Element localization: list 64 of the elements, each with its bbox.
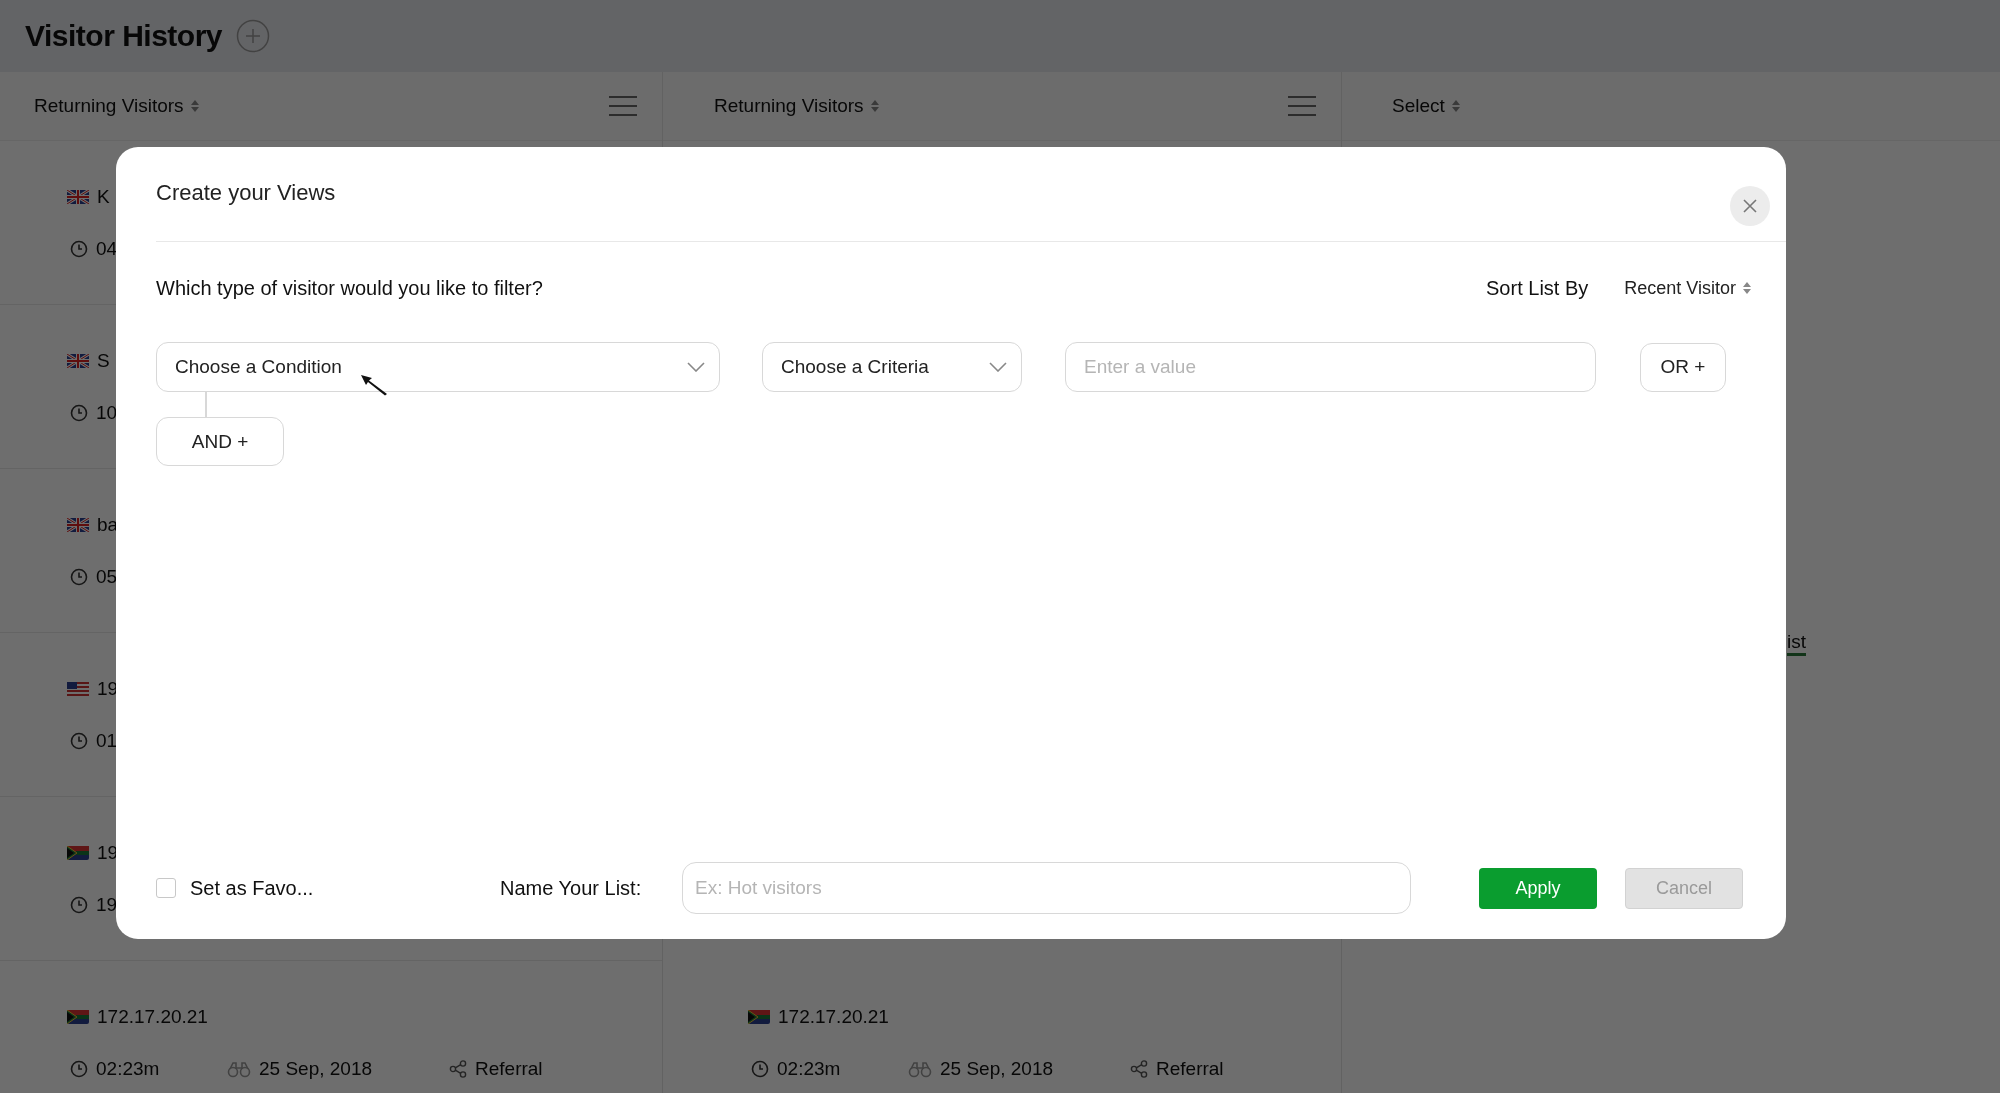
and-button[interactable]: AND + xyxy=(156,417,284,466)
list-name-field[interactable]: Ex: Hot visitors xyxy=(682,862,1411,914)
visit-duration: 01 xyxy=(96,730,118,752)
add-icon[interactable] xyxy=(236,19,270,53)
flag-icon xyxy=(67,846,89,860)
visit-duration: 04 xyxy=(96,238,118,260)
sort-label: Sort List By xyxy=(1486,276,1589,300)
visitor-label[interactable]: K xyxy=(97,186,110,208)
condition-dropdown[interactable]: Choose a Condition xyxy=(156,342,720,392)
flag-icon xyxy=(67,354,89,368)
flag-icon xyxy=(67,682,89,696)
apply-button[interactable]: Apply xyxy=(1479,867,1597,909)
sort-icon[interactable] xyxy=(189,99,200,113)
criteria-dropdown[interactable]: Choose a Criteria xyxy=(762,342,1022,392)
visit-duration: 02:23m xyxy=(96,1058,160,1080)
binoculars-icon xyxy=(227,1060,251,1078)
column-title[interactable]: Returning Visitors xyxy=(714,95,864,117)
close-button[interactable] xyxy=(1730,186,1770,226)
visitor-label[interactable]: 172.17.20.21 xyxy=(97,1006,208,1028)
question-text: Which type of visitor would you like to filter? xyxy=(156,276,544,300)
visit-source: Referral xyxy=(1156,1058,1224,1080)
visit-date: 25 Sep, 2018 xyxy=(940,1058,1054,1080)
column-title[interactable]: Returning Visitors xyxy=(34,95,184,117)
clock-icon xyxy=(751,1060,769,1078)
clock-icon xyxy=(70,240,88,258)
favorite-checkbox[interactable] xyxy=(156,878,176,898)
sort-icon[interactable] xyxy=(869,99,880,113)
sort-icon[interactable] xyxy=(1450,99,1461,113)
visit-duration: 05 xyxy=(96,566,118,588)
cancel-button[interactable]: Cancel xyxy=(1625,867,1743,909)
flag-icon xyxy=(748,1010,770,1024)
visit-duration: 19 xyxy=(96,894,118,916)
visitor-label[interactable]: S xyxy=(97,350,110,372)
or-button[interactable]: OR + xyxy=(1640,342,1726,392)
name-label: Name Your List: xyxy=(500,876,643,900)
binoculars-icon xyxy=(908,1060,932,1078)
cursor-icon xyxy=(360,374,388,396)
flag-icon xyxy=(67,1010,89,1024)
clock-icon xyxy=(70,404,88,422)
value-field[interactable]: Enter a value xyxy=(1065,342,1596,392)
sort-icon xyxy=(1742,281,1752,295)
flag-icon xyxy=(67,190,89,204)
clock-icon xyxy=(70,896,88,914)
menu-icon[interactable] xyxy=(1288,95,1316,117)
clock-icon xyxy=(70,1060,88,1078)
column-title[interactable]: Select xyxy=(1392,95,1445,117)
visit-duration: 10 xyxy=(96,402,118,424)
dialog-title: Create your Views xyxy=(156,180,336,206)
clock-icon xyxy=(70,568,88,586)
sort-dropdown[interactable]: Recent Visitor xyxy=(1624,277,1752,299)
chevron-down-icon xyxy=(989,362,1007,372)
share-icon xyxy=(1130,1060,1148,1078)
visit-duration: 02:23m xyxy=(777,1058,841,1080)
visit-date: 25 Sep, 2018 xyxy=(259,1058,373,1080)
visitor-label[interactable]: 172.17.20.21 xyxy=(778,1006,889,1028)
share-icon xyxy=(449,1060,467,1078)
visit-source: Referral xyxy=(475,1058,543,1080)
favorite-label: Set as Favo... xyxy=(190,876,314,900)
menu-icon[interactable] xyxy=(609,95,637,117)
page-title: Visitor History xyxy=(25,19,222,53)
chevron-down-icon xyxy=(687,362,705,372)
clock-icon xyxy=(70,732,88,750)
close-icon xyxy=(1743,199,1757,213)
flag-icon xyxy=(67,518,89,532)
